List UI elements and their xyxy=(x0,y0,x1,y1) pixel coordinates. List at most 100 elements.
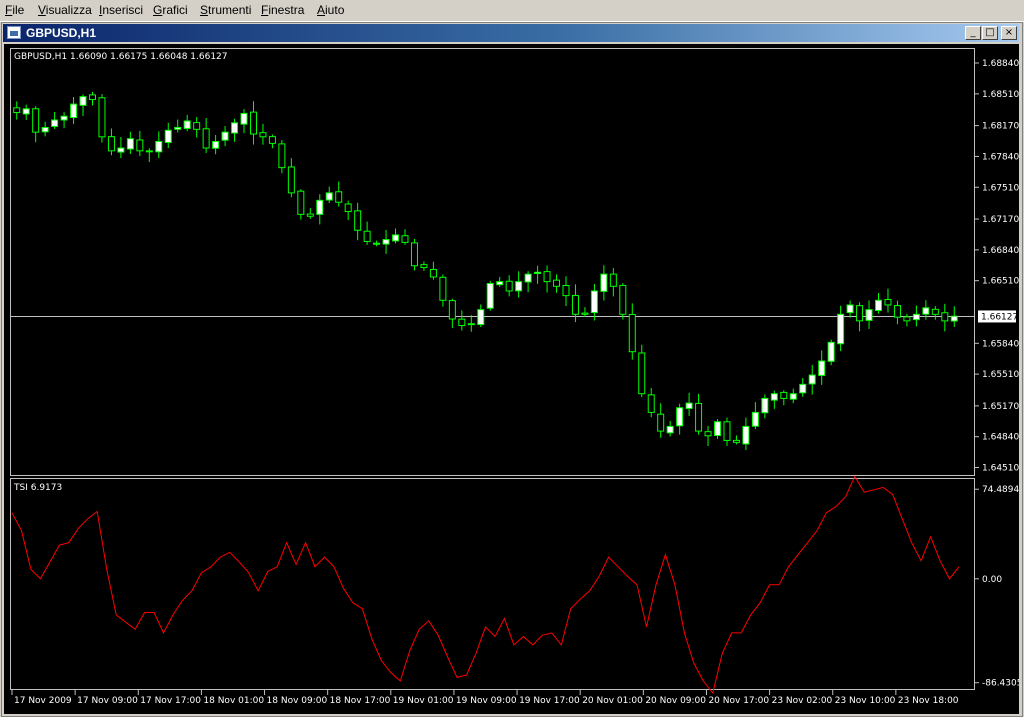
candle-body xyxy=(70,103,78,119)
menu-aiuto[interactable]: Aiuto xyxy=(317,3,344,17)
candle-body xyxy=(486,282,494,309)
menu-grafici[interactable]: Grafici xyxy=(153,3,188,17)
candle-body xyxy=(354,210,362,231)
candle-body xyxy=(600,273,608,292)
candle-body xyxy=(344,203,352,213)
candle-body xyxy=(799,383,807,394)
candle-body xyxy=(382,239,390,245)
candle-body xyxy=(628,313,636,353)
time-tick-label: 18 Nov 09:00 xyxy=(267,696,328,706)
candle-body xyxy=(704,431,712,437)
chart-area[interactable]: 1.68840 1.68510 1.68170 1.67840 1.67510 1.671… xyxy=(4,44,1022,714)
menu-inserisci[interactable]: Inserisci xyxy=(99,3,143,17)
candle-body xyxy=(268,136,276,144)
candle-body xyxy=(837,313,845,345)
candle-body xyxy=(657,413,665,432)
time-tick-label: 17 Nov 17:00 xyxy=(140,696,201,706)
candle-body xyxy=(846,304,854,314)
candle-body xyxy=(770,393,778,401)
indicator-tick-label: 0.00 xyxy=(982,575,1002,585)
candle-body xyxy=(534,271,542,275)
price-tick-label: 1.68840 xyxy=(982,59,1019,69)
indicator-tick-label: 74.4894 xyxy=(982,485,1019,495)
candle-body xyxy=(136,139,144,152)
price-tick-label: 1.64510 xyxy=(982,464,1019,474)
candle-body xyxy=(231,122,239,134)
candle-body xyxy=(912,313,920,321)
price-tick-label: 1.65840 xyxy=(982,339,1019,349)
minimize-button[interactable]: _ xyxy=(965,26,981,40)
candle-body xyxy=(410,242,418,267)
candle-body xyxy=(363,230,371,242)
candle-body xyxy=(22,108,30,115)
candle-body xyxy=(467,323,475,326)
time-tick-label: 23 Nov 18:00 xyxy=(898,696,959,706)
candle-body xyxy=(789,393,797,400)
time-tick-label: 17 Nov 09:00 xyxy=(77,696,138,706)
candle-body xyxy=(477,309,485,326)
price-tick-label: 1.67510 xyxy=(982,183,1019,193)
candle-body xyxy=(98,97,106,138)
candle-body xyxy=(193,122,201,130)
candle-body xyxy=(392,234,400,242)
indicator-tick-label: -86.4305 xyxy=(982,679,1019,689)
candlestick-chart[interactable]: 1.68840 1.68510 1.68170 1.67840 1.67510 1.671… xyxy=(4,44,1022,714)
candle-body xyxy=(856,305,864,322)
candle-body xyxy=(41,126,49,133)
candle-body xyxy=(609,273,617,287)
menu-strumenti[interactable]: Strumenti xyxy=(200,3,251,17)
time-tick-label: 19 Nov 01:00 xyxy=(393,696,454,706)
candle-body xyxy=(202,128,210,149)
time-tick-label: 23 Nov 10:00 xyxy=(835,696,896,706)
candle-body xyxy=(922,307,930,315)
menu-finestra[interactable]: Finestra xyxy=(261,3,304,17)
menu-visualizza[interactable]: Visualizza xyxy=(38,3,92,17)
candle-body xyxy=(221,131,229,141)
current-price-label: 1.66127 xyxy=(981,312,1018,322)
candle-body xyxy=(287,166,295,194)
candle-body xyxy=(164,129,172,143)
candle-body xyxy=(666,425,674,434)
candle-body xyxy=(581,312,589,315)
time-tick-label: 23 Nov 02:00 xyxy=(772,696,833,706)
candle-body xyxy=(429,268,437,278)
menu-bar: File Visualizza Inserisci Grafici Strume… xyxy=(0,0,1024,22)
candle-body xyxy=(496,281,504,286)
price-tick-label: 1.67840 xyxy=(982,152,1019,162)
chart-window-titlebar[interactable]: GBPUSD,H1 _ □ × xyxy=(3,24,1019,42)
time-tick-label: 17 Nov 2009 xyxy=(14,696,72,706)
candle-body xyxy=(751,411,759,427)
menu-file[interactable]: File xyxy=(5,3,24,17)
price-tick-label: 1.65510 xyxy=(982,370,1019,380)
candle-body xyxy=(562,285,570,297)
symbol-label: GBPUSD,H1 1.66090 1.66175 1.66048 1.6612… xyxy=(14,52,228,62)
candle-body xyxy=(174,126,182,130)
candle-body xyxy=(401,235,409,243)
time-tick-label: 20 Nov 01:00 xyxy=(582,696,643,706)
candle-body xyxy=(732,439,740,443)
candle-body xyxy=(685,402,693,409)
chart-window-title: GBPUSD,H1 xyxy=(26,26,97,40)
candle-body xyxy=(13,107,21,114)
candle-body xyxy=(742,425,750,445)
candle-body xyxy=(212,140,220,149)
candle-body xyxy=(761,397,769,414)
candle-body xyxy=(903,316,911,322)
price-tick-label: 1.66510 xyxy=(982,277,1019,287)
restore-button[interactable]: □ xyxy=(982,26,998,40)
candle-body xyxy=(723,421,731,441)
candle-body xyxy=(439,276,447,301)
candle-body xyxy=(818,360,826,376)
close-button[interactable]: × xyxy=(1001,26,1017,40)
candle-body xyxy=(553,279,561,287)
time-tick-label: 19 Nov 17:00 xyxy=(519,696,580,706)
candle-body xyxy=(306,213,314,217)
candle-body xyxy=(638,352,646,395)
time-tick-label: 19 Nov 09:00 xyxy=(456,696,517,706)
candle-body xyxy=(505,280,513,292)
time-tick-label: 18 Nov 17:00 xyxy=(330,696,391,706)
candle-body xyxy=(448,300,456,320)
price-tick-label: 1.65170 xyxy=(982,402,1019,412)
price-tick-label: 1.64840 xyxy=(982,433,1019,443)
candle-body xyxy=(931,308,939,315)
